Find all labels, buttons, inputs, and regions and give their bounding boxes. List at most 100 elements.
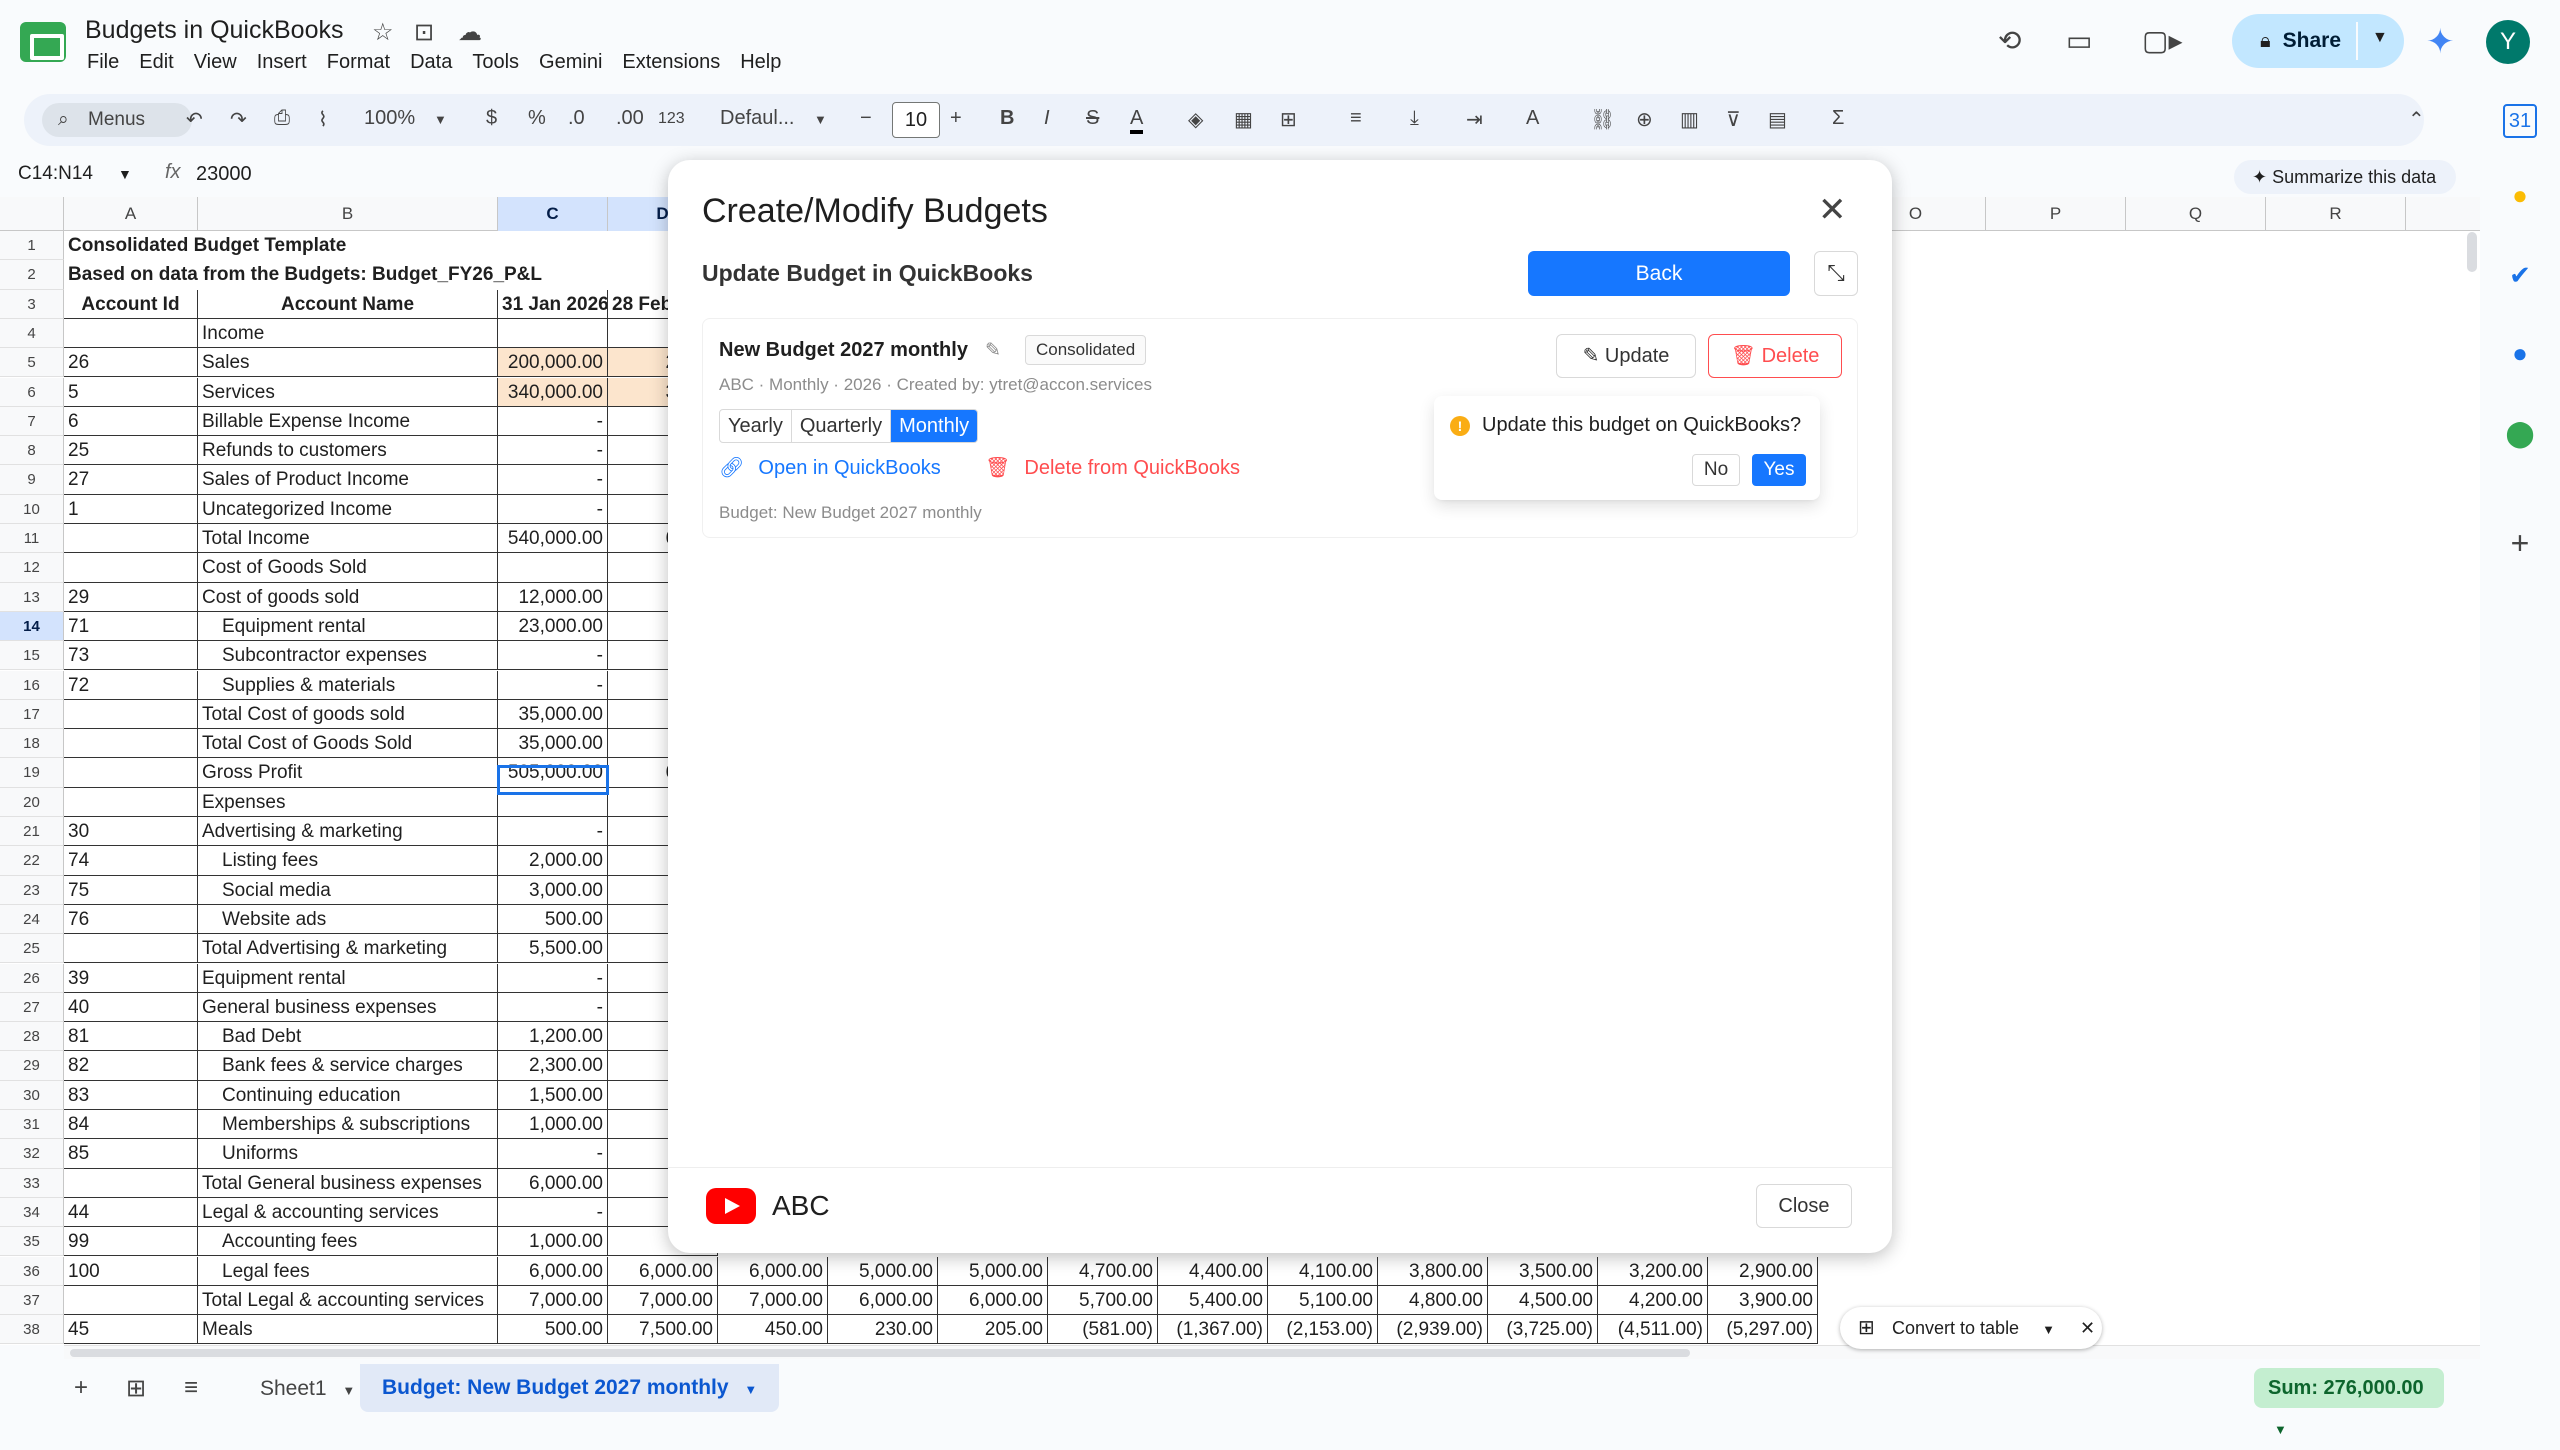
cell-value[interactable]: 7,500.00 bbox=[608, 1315, 718, 1345]
cell-title[interactable]: Based on data from the Budgets: Budget_F… bbox=[64, 260, 664, 289]
menu-extensions[interactable]: Extensions bbox=[612, 51, 730, 74]
insert-comment-icon[interactable]: ⊕ bbox=[1636, 107, 1653, 132]
cell-account-id[interactable]: 5 bbox=[64, 377, 198, 407]
cell-account-name[interactable]: Refunds to customers bbox=[198, 436, 498, 466]
cell-value[interactable]: 4,100.00 bbox=[1268, 1256, 1378, 1286]
cell-account-name[interactable]: Website ads bbox=[198, 904, 498, 935]
row-header[interactable]: 25 bbox=[0, 934, 64, 964]
cell-account-name[interactable]: Social media bbox=[198, 875, 498, 905]
cell-account-id[interactable]: 40 bbox=[64, 992, 198, 1023]
cell-value[interactable]: 6,000.00 bbox=[718, 1256, 828, 1286]
cell-value[interactable]: 540,000.00 bbox=[498, 524, 608, 554]
cell-value[interactable]: - bbox=[498, 494, 608, 524]
cell-value[interactable]: 4,500.00 bbox=[1488, 1285, 1598, 1316]
cell-value[interactable]: 230.00 bbox=[828, 1315, 938, 1345]
close-icon[interactable]: ✕ bbox=[1818, 190, 1847, 230]
strikethrough-icon[interactable]: S bbox=[1086, 107, 1099, 130]
cell-value[interactable]: 1,000.00 bbox=[498, 1227, 608, 1257]
delete-from-quickbooks-link[interactable]: 🗑︎ Delete from QuickBooks bbox=[985, 455, 1240, 480]
cell-account-id[interactable] bbox=[64, 1285, 198, 1316]
row-header[interactable]: 28 bbox=[0, 1022, 64, 1052]
cell-account-id[interactable]: 81 bbox=[64, 1022, 198, 1052]
functions-icon[interactable]: Σ bbox=[1832, 107, 1844, 130]
cell-value[interactable]: (2,153.00) bbox=[1268, 1315, 1378, 1345]
font-select[interactable]: Defaul... bbox=[720, 107, 794, 130]
name-box-dropdown-icon[interactable]: ▼ bbox=[118, 166, 132, 182]
zoom-select[interactable]: 100% bbox=[364, 107, 415, 130]
cell-value[interactable]: 5,000.00 bbox=[938, 1256, 1048, 1286]
row-header[interactable]: 33 bbox=[0, 1168, 64, 1198]
cell-account-name[interactable]: Equipment rental bbox=[198, 611, 498, 642]
cell-account-id[interactable]: 45 bbox=[64, 1315, 198, 1345]
undo-icon[interactable]: ↶ bbox=[186, 107, 203, 132]
sheets-logo-icon[interactable] bbox=[20, 22, 66, 62]
text-rotation-icon[interactable]: A bbox=[1526, 107, 1539, 130]
cell-account-name[interactable]: Meals bbox=[198, 1315, 498, 1345]
row-header[interactable]: 19 bbox=[0, 758, 64, 788]
cell-account-name[interactable]: Continuing education bbox=[198, 1080, 498, 1110]
cell-account-id[interactable]: 29 bbox=[64, 582, 198, 612]
cell-value[interactable]: 3,500.00 bbox=[1488, 1256, 1598, 1286]
maps-icon[interactable]: ⬤ bbox=[2503, 416, 2537, 450]
open-in-quickbooks-link[interactable]: 🔗︎ Open in QuickBooks bbox=[719, 455, 941, 480]
calendar-icon[interactable]: 31 bbox=[2503, 104, 2537, 138]
cell-value[interactable]: 200,000.00 bbox=[498, 348, 608, 378]
confirm-no-button[interactable]: No bbox=[1692, 454, 1740, 486]
sum-indicator[interactable]: Sum: 276,000.00 ▼ bbox=[2254, 1368, 2444, 1437]
row-header[interactable]: 5 bbox=[0, 348, 64, 378]
cell-value[interactable]: 3,000.00 bbox=[498, 875, 608, 905]
row-header[interactable]: 10 bbox=[0, 494, 64, 524]
row-header[interactable]: 12 bbox=[0, 553, 64, 583]
cell-value[interactable]: 5,500.00 bbox=[498, 934, 608, 964]
menu-tools[interactable]: Tools bbox=[462, 51, 529, 74]
row-header[interactable]: 26 bbox=[0, 963, 64, 993]
row-header[interactable]: 20 bbox=[0, 787, 64, 817]
all-sheets-icon[interactable]: ⊞ bbox=[126, 1374, 146, 1403]
avatar[interactable]: Y bbox=[2486, 20, 2530, 64]
column-header-r[interactable]: R bbox=[2266, 197, 2406, 231]
cell-value[interactable]: 1,200.00 bbox=[498, 1022, 608, 1052]
column-header-p[interactable]: P bbox=[1986, 197, 2126, 231]
increase-decimal-button[interactable]: .00 bbox=[616, 107, 644, 130]
cell-account-id[interactable] bbox=[64, 553, 198, 583]
cell-value[interactable]: (3,725.00) bbox=[1488, 1315, 1598, 1345]
cell-account-id[interactable]: 44 bbox=[64, 1197, 198, 1228]
row-header[interactable]: 29 bbox=[0, 1051, 64, 1081]
cell-value[interactable]: 6,000.00 bbox=[608, 1256, 718, 1286]
column-header-q[interactable]: Q bbox=[2126, 197, 2266, 231]
row-header[interactable]: 11 bbox=[0, 524, 64, 554]
cell-value[interactable]: 5,000.00 bbox=[828, 1256, 938, 1286]
cell-account-id[interactable]: 25 bbox=[64, 436, 198, 466]
cell-account-name[interactable]: Gross Profit bbox=[198, 758, 498, 788]
share-button[interactable]: 🔒︎ Share ▼ bbox=[2232, 14, 2404, 68]
cell-account-name[interactable]: Total Income bbox=[198, 524, 498, 554]
cell-account-id[interactable]: 99 bbox=[64, 1227, 198, 1257]
cell-account-name[interactable]: Cost of Goods Sold bbox=[198, 553, 498, 583]
menu-data[interactable]: Data bbox=[400, 51, 462, 74]
cell-value[interactable]: 23,000.00 bbox=[498, 611, 608, 642]
font-size-input[interactable]: 10 bbox=[892, 102, 940, 138]
cell-value[interactable]: 6,000.00 bbox=[498, 1168, 608, 1198]
zoom-dropdown-icon[interactable]: ▼ bbox=[434, 112, 447, 127]
cell-value[interactable]: 2,900.00 bbox=[1708, 1256, 1818, 1286]
document-title[interactable]: Budgets in QuickBooks bbox=[85, 16, 343, 45]
cell-value[interactable]: - bbox=[498, 1139, 608, 1169]
row-header[interactable]: 8 bbox=[0, 436, 64, 466]
cell-account-id[interactable]: 73 bbox=[64, 641, 198, 671]
cell-value[interactable]: - bbox=[498, 406, 608, 437]
cell-account-name[interactable]: Legal & accounting services bbox=[198, 1197, 498, 1228]
row-header[interactable]: 18 bbox=[0, 729, 64, 759]
cell-value[interactable]: 500.00 bbox=[498, 904, 608, 935]
font-size-decrease-icon[interactable]: − bbox=[860, 107, 872, 130]
cell-account-name[interactable]: General business expenses bbox=[198, 992, 498, 1023]
insert-link-icon[interactable]: ⛓ bbox=[1590, 107, 1615, 132]
cell-value[interactable]: 7,000.00 bbox=[608, 1285, 718, 1316]
cell-account-id[interactable]: 76 bbox=[64, 904, 198, 935]
row-header[interactable]: 34 bbox=[0, 1197, 64, 1228]
collapse-icon[interactable]: ⤡ bbox=[1814, 251, 1858, 296]
cell-account-name[interactable]: Listing fees bbox=[198, 846, 498, 876]
select-all-corner[interactable] bbox=[0, 197, 64, 231]
decrease-decimal-button[interactable]: .0 bbox=[568, 107, 585, 130]
column-header-c[interactable]: C bbox=[498, 197, 608, 231]
cell-account-id[interactable]: 72 bbox=[64, 670, 198, 700]
